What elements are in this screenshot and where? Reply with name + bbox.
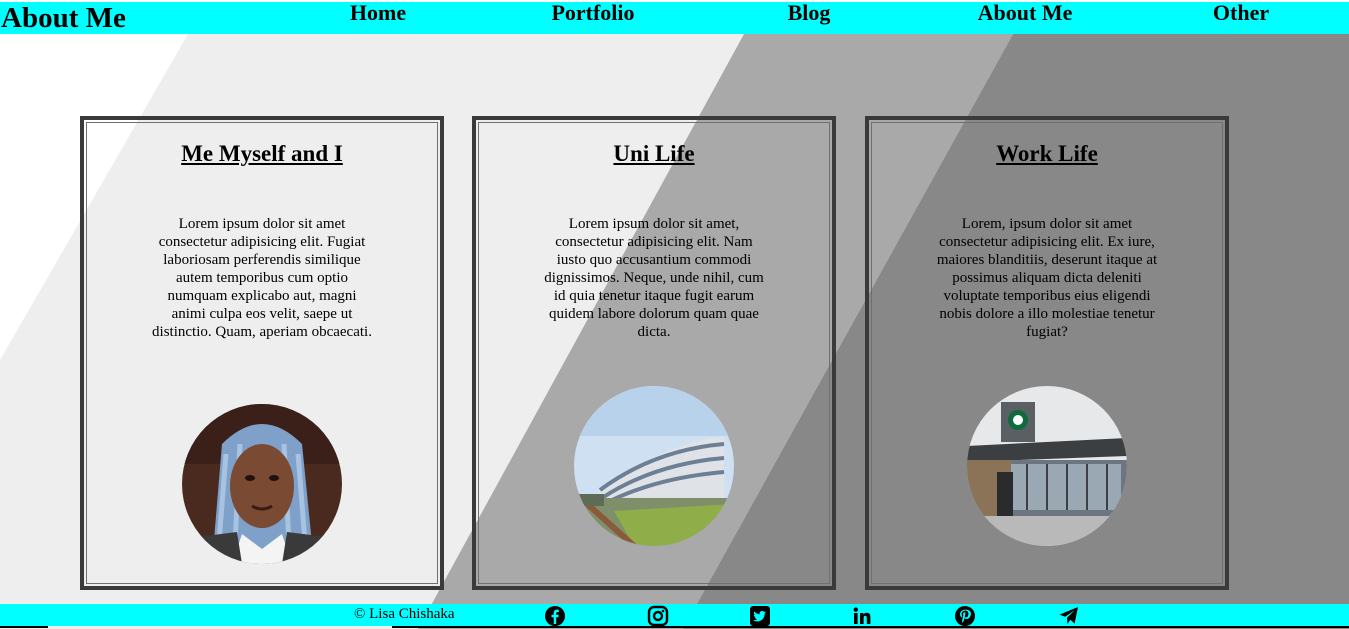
facebook-icon[interactable]	[544, 605, 566, 627]
coffee-shop-photo	[967, 386, 1127, 546]
nav-other[interactable]: Other	[1213, 2, 1269, 24]
twitter-icon[interactable]	[749, 605, 771, 627]
nav-portfolio[interactable]: Portfolio	[551, 2, 634, 24]
portrait-photo	[182, 404, 342, 564]
telegram-icon[interactable]	[1058, 605, 1080, 627]
footer-underline	[0, 626, 48, 628]
instagram-icon[interactable]	[647, 605, 669, 627]
card-text: Lorem, ipsum dolor sit amet consectetur …	[936, 216, 1158, 340]
card-title: Work Life	[996, 141, 1098, 166]
card-title: Uni Life	[613, 141, 695, 166]
footer-underline	[392, 626, 1349, 628]
copyright-text: © Lisa Chishaka	[354, 606, 455, 622]
pinterest-icon[interactable]	[954, 605, 976, 627]
card-me-myself: Me Myself and I Lorem ipsum dolor sit am…	[80, 116, 444, 590]
university-building-photo	[574, 386, 734, 546]
card-text: Lorem ipsum dolor sit amet, consectetur …	[544, 216, 764, 340]
card-work-life: Work Life Lorem, ipsum dolor sit amet co…	[865, 116, 1229, 590]
card-title: Me Myself and I	[181, 141, 343, 166]
card-uni-life: Uni Life Lorem ipsum dolor sit amet, con…	[472, 116, 836, 590]
nav-blog[interactable]: Blog	[788, 2, 831, 24]
site-brand[interactable]: About Me	[1, 2, 126, 34]
top-navbar: About Me Home Portfolio Blog About Me Ot…	[0, 2, 1349, 34]
footer-bar: © Lisa Chishaka	[0, 604, 1349, 627]
card-text: Lorem ipsum dolor sit amet consectetur a…	[152, 216, 372, 340]
linkedin-icon[interactable]	[851, 605, 873, 627]
nav-about-me[interactable]: About Me	[978, 2, 1073, 24]
nav-home[interactable]: Home	[350, 2, 406, 24]
